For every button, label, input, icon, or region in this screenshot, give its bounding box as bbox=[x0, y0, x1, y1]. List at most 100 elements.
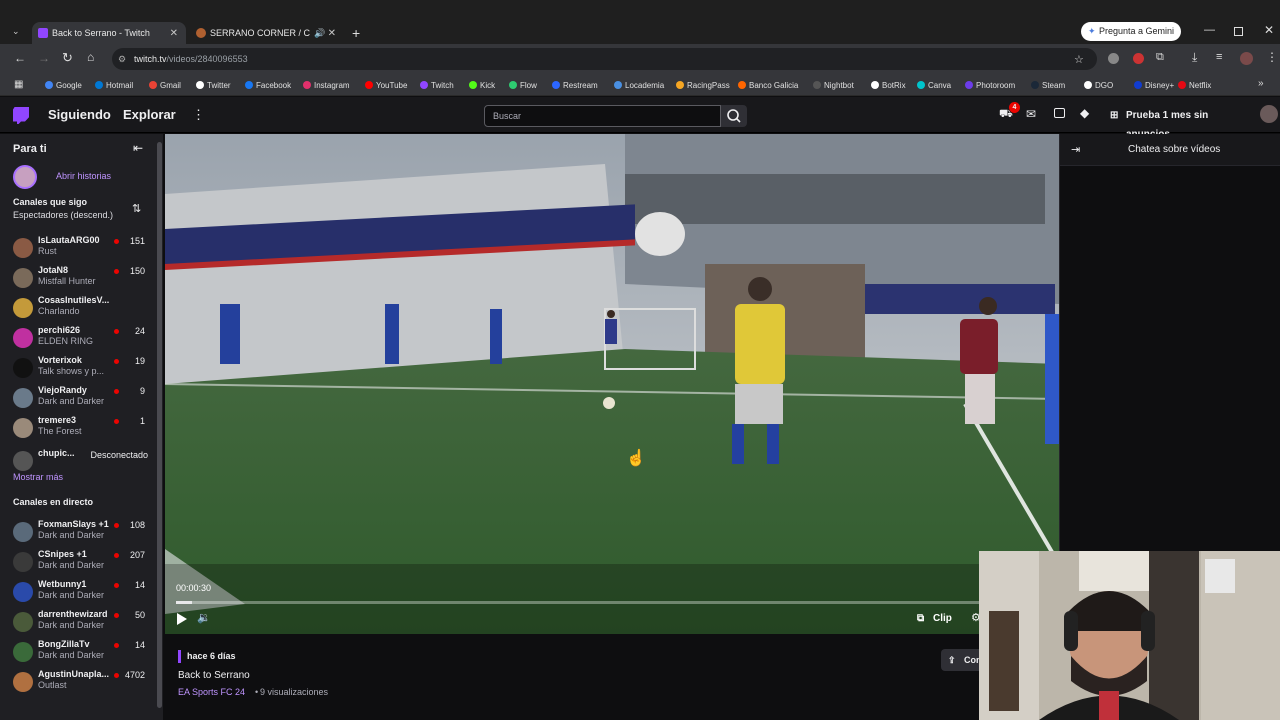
sidebar-live-channel[interactable]: Wetbunny1 Dark and Darker 14 bbox=[0, 578, 156, 608]
bookmark-twitter[interactable]: Twitter bbox=[196, 79, 231, 91]
bookmark-steam[interactable]: Steam bbox=[1031, 79, 1065, 91]
show-more-link[interactable]: Mostrar más bbox=[13, 472, 63, 482]
audio-playing-icon[interactable]: 🔊 bbox=[314, 28, 325, 39]
video-game-link[interactable]: EA Sports FC 24 bbox=[178, 687, 245, 697]
stories-button[interactable]: Abrir historias bbox=[13, 165, 153, 189]
bookmark-photoroom[interactable]: Photoroom bbox=[965, 79, 1015, 91]
forward-icon[interactable]: → bbox=[38, 51, 50, 65]
browser-menu-icon[interactable]: ⋮ bbox=[1266, 50, 1278, 64]
webcam-overlay bbox=[979, 551, 1280, 720]
sidebar-followed-channel[interactable]: ViejoRandy Dark and Darker 9 bbox=[0, 384, 156, 414]
bookmark-twitch[interactable]: Twitch bbox=[420, 79, 454, 91]
sidebar-followed-channel[interactable]: IsLautaARG00 Rust 151 bbox=[0, 234, 156, 264]
turbo-button[interactable]: ⊞ Prueba 1 mes sin anuncios bbox=[1106, 106, 1252, 140]
channel-game: Charlando bbox=[38, 306, 80, 316]
volume-icon[interactable]: 🔉 bbox=[197, 611, 211, 624]
bookmark-hotmail[interactable]: Hotmail bbox=[95, 79, 133, 91]
bookmark-banco-galicia[interactable]: Banco Galicia bbox=[738, 79, 798, 91]
gemini-button[interactable]: ✦ Pregunta a Gemini bbox=[1081, 22, 1181, 41]
channel-game: ELDEN RING bbox=[38, 336, 94, 346]
video-seek-bar[interactable] bbox=[176, 601, 979, 604]
channel-name: tremere3 bbox=[38, 415, 77, 425]
site-info-icon[interactable]: ⚙ bbox=[118, 54, 126, 65]
bookmark-disney-[interactable]: Disney+ bbox=[1134, 79, 1174, 91]
bookmark-canva[interactable]: Canva bbox=[917, 79, 951, 91]
bookmark-kick[interactable]: Kick bbox=[469, 79, 495, 91]
bookmark-gmail[interactable]: Gmail bbox=[149, 79, 181, 91]
more-options-icon[interactable]: ⋮ bbox=[192, 107, 205, 123]
sidebar-live-channel[interactable]: AgustinUnapla... Outlast 4702 bbox=[0, 668, 156, 698]
restore-icon[interactable] bbox=[1234, 27, 1243, 36]
apps-grid-icon[interactable]: ▦ bbox=[14, 79, 23, 90]
bookmark-locademia[interactable]: Locademia bbox=[614, 79, 664, 91]
home-icon[interactable]: ⌂ bbox=[87, 50, 94, 64]
bookmark-instagram[interactable]: Instagram bbox=[303, 79, 350, 91]
bookmark-google[interactable]: Google bbox=[45, 79, 82, 91]
browser-tab[interactable]: SERRANO CORNER / Cancha 🔊 ✕ bbox=[190, 22, 344, 44]
twitch-logo-icon[interactable] bbox=[13, 107, 29, 124]
close-tab-icon[interactable]: ✕ bbox=[328, 28, 336, 39]
sidebar-followed-channel[interactable]: tremere3 The Forest 1 bbox=[0, 414, 156, 444]
sidebar-followed-channel[interactable]: CosasInutilesV... Charlando bbox=[0, 294, 156, 324]
bookmark-label: Flow bbox=[520, 80, 537, 90]
extension-icon[interactable] bbox=[1108, 53, 1119, 64]
reload-icon[interactable]: ↻ bbox=[62, 50, 73, 66]
back-icon[interactable]: ← bbox=[14, 51, 26, 65]
address-bar[interactable]: ⚙ twitch.tv/videos/2840096553 ☆ bbox=[112, 48, 1097, 70]
viewer-count: 151 bbox=[129, 236, 145, 246]
viewer-count: 108 bbox=[129, 520, 145, 530]
sidebar-live-channel[interactable]: CSnipes +1 Dark and Darker 207 bbox=[0, 548, 156, 578]
bookmark-favicon-icon bbox=[469, 81, 477, 89]
bookmark-netflix[interactable]: Netflix bbox=[1178, 79, 1211, 91]
bookmark-youtube[interactable]: YouTube bbox=[365, 79, 407, 91]
download-icon[interactable]: ⤓ bbox=[1192, 50, 1197, 65]
tab-search-dropdown-icon[interactable]: ⌄ bbox=[12, 26, 26, 40]
bookmark-dgo[interactable]: DGO bbox=[1084, 79, 1113, 91]
video-player[interactable]: ☝ bbox=[165, 134, 1059, 634]
whispers-icon[interactable] bbox=[1054, 108, 1065, 118]
bookmark-star-icon[interactable]: ☆ bbox=[1074, 53, 1084, 66]
bits-icon[interactable]: ◆ bbox=[1080, 106, 1089, 120]
sidebar-live-channel[interactable]: FoxmanSlays +1 Dark and Darker 108 bbox=[0, 518, 156, 548]
more-bookmarks-icon[interactable]: » bbox=[1258, 78, 1264, 89]
chat-header: ⇥ Chatea sobre vídeos bbox=[1060, 134, 1280, 166]
browser-tab-active[interactable]: Back to Serrano - Twitch ✕ bbox=[32, 22, 186, 44]
sidebar-scrollbar[interactable] bbox=[157, 142, 162, 708]
bookmark-botrix[interactable]: BotRix bbox=[871, 79, 906, 91]
channel-avatar bbox=[13, 328, 33, 348]
sort-icon[interactable]: ⇅ bbox=[132, 202, 141, 215]
bookmark-restream[interactable]: Restream bbox=[552, 79, 598, 91]
profile-avatar[interactable] bbox=[1240, 52, 1253, 65]
inbox-icon[interactable]: ✉ bbox=[1026, 107, 1036, 121]
clip-button[interactable]: ⧉ Clip bbox=[917, 610, 952, 628]
minimize-icon[interactable]: — bbox=[1204, 24, 1215, 36]
play-icon[interactable] bbox=[177, 613, 187, 625]
sidebar-followed-channel[interactable]: JotaN8 Mistfall Hunter 150 bbox=[0, 264, 156, 294]
media-control-icon[interactable]: ≡ bbox=[1216, 51, 1222, 63]
search-button[interactable] bbox=[721, 105, 747, 127]
collapse-sidebar-icon[interactable]: ⇤ bbox=[133, 141, 143, 155]
sidebar-live-channel[interactable]: BongZillaTv Dark and Darker 14 bbox=[0, 638, 156, 668]
sidebar-followed-channel[interactable]: perchi626 ELDEN RING 24 bbox=[0, 324, 156, 354]
search-input[interactable]: Buscar bbox=[484, 105, 721, 127]
sidebar-live-channel[interactable]: darrenthewizard Dark and Darker 50 bbox=[0, 608, 156, 638]
browse-link[interactable]: Explorar bbox=[123, 107, 176, 122]
expand-chat-icon[interactable]: ⇥ bbox=[1071, 143, 1080, 156]
bookmark-favicon-icon bbox=[552, 81, 560, 89]
bookmark-nightbot[interactable]: Nightbot bbox=[813, 79, 854, 91]
close-window-icon[interactable]: ✕ bbox=[1264, 23, 1274, 37]
channel-avatar bbox=[13, 418, 33, 438]
bookmark-facebook[interactable]: Facebook bbox=[245, 79, 291, 91]
channel-game: Dark and Darker bbox=[38, 590, 105, 600]
user-avatar[interactable] bbox=[1260, 105, 1278, 123]
extensions-puzzle-icon[interactable]: ⧉ bbox=[1156, 51, 1164, 64]
close-tab-icon[interactable]: ✕ bbox=[170, 28, 178, 39]
new-tab-icon[interactable]: + bbox=[352, 25, 360, 41]
bookmark-flow[interactable]: Flow bbox=[509, 79, 537, 91]
extension-icon[interactable] bbox=[1133, 53, 1144, 64]
bookmark-racingpass[interactable]: RacingPass bbox=[676, 79, 730, 91]
viewer-count: 14 bbox=[134, 580, 145, 590]
following-link[interactable]: Siguiendo bbox=[48, 107, 111, 122]
sidebar-followed-channel[interactable]: Vorterixok Talk shows y p... 19 bbox=[0, 354, 156, 384]
followed-channels-heading: Canales que sigo bbox=[13, 197, 88, 207]
